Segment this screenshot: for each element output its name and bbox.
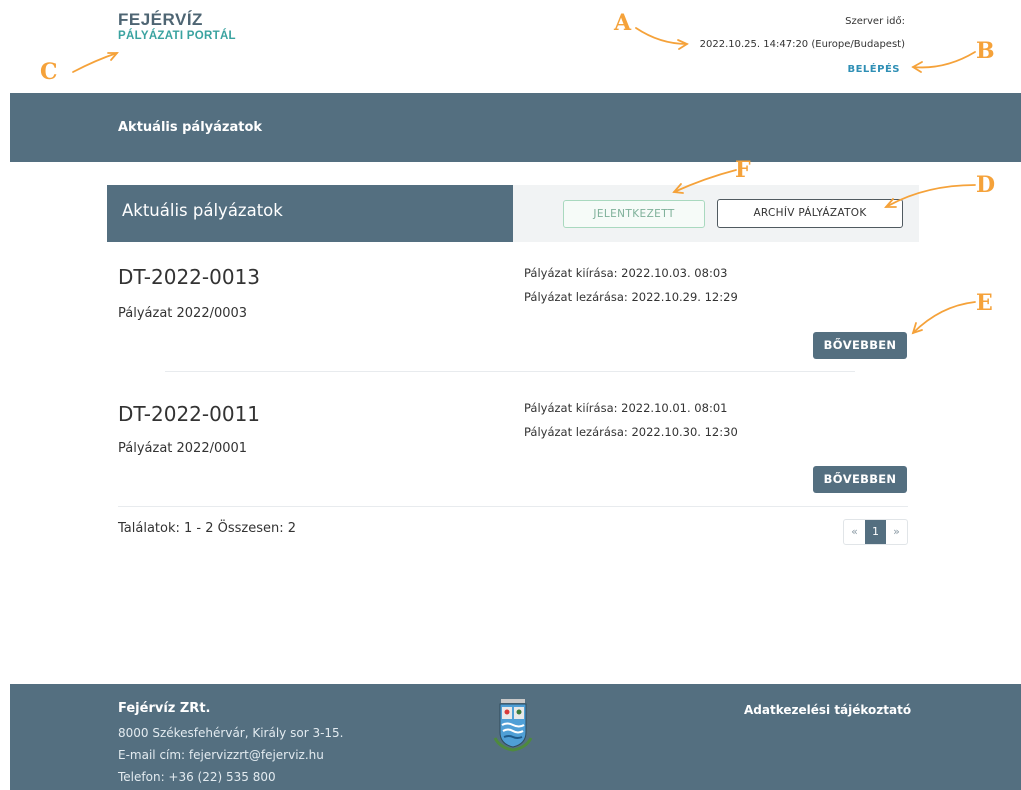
annotation-f: F <box>735 157 751 183</box>
annotation-arrows <box>72 27 976 335</box>
annotation-e: E <box>976 290 993 316</box>
annotation-c: C <box>40 59 58 85</box>
annotation-d: D <box>976 172 996 198</box>
annotation-b: B <box>976 38 995 64</box>
annotation-a: A <box>614 10 632 36</box>
